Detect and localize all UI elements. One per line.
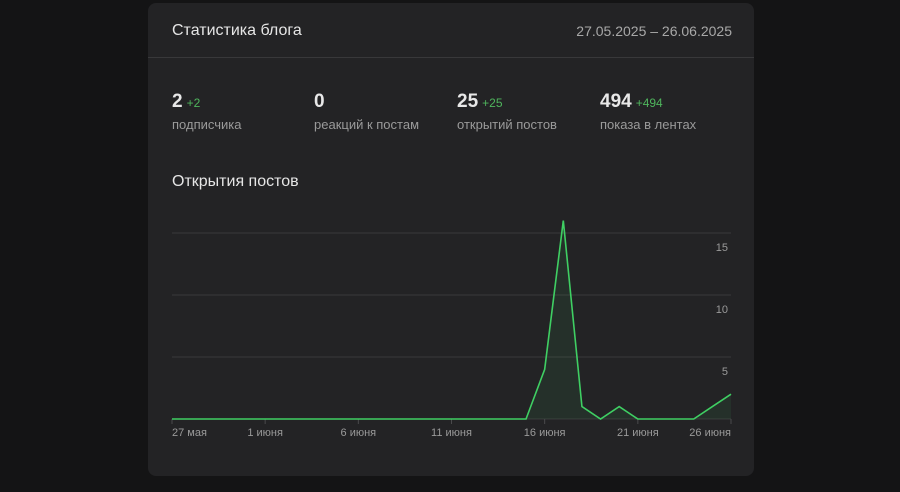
post-opens-chart: 5 10 15 27 мая 1 июня 6 июня 11 июня 16 июня 21 … — [171, 220, 732, 439]
x-tick-label: 6 июня — [341, 427, 377, 439]
x-tick-label: 16 июня — [524, 427, 566, 439]
y-tick-label: 15 — [716, 242, 728, 254]
x-tick-label: 27 мая — [172, 427, 207, 439]
x-tick-label: 21 июня — [617, 427, 659, 439]
x-tick-label: 26 июня — [689, 427, 731, 439]
x-tick-label: 1 июня — [247, 427, 283, 439]
y-tick-label: 10 — [716, 304, 728, 316]
y-tick-label: 5 — [722, 366, 728, 378]
x-tick-label: 11 июня — [431, 427, 472, 439]
area-fill — [172, 220, 731, 419]
series-line — [172, 220, 732, 420]
